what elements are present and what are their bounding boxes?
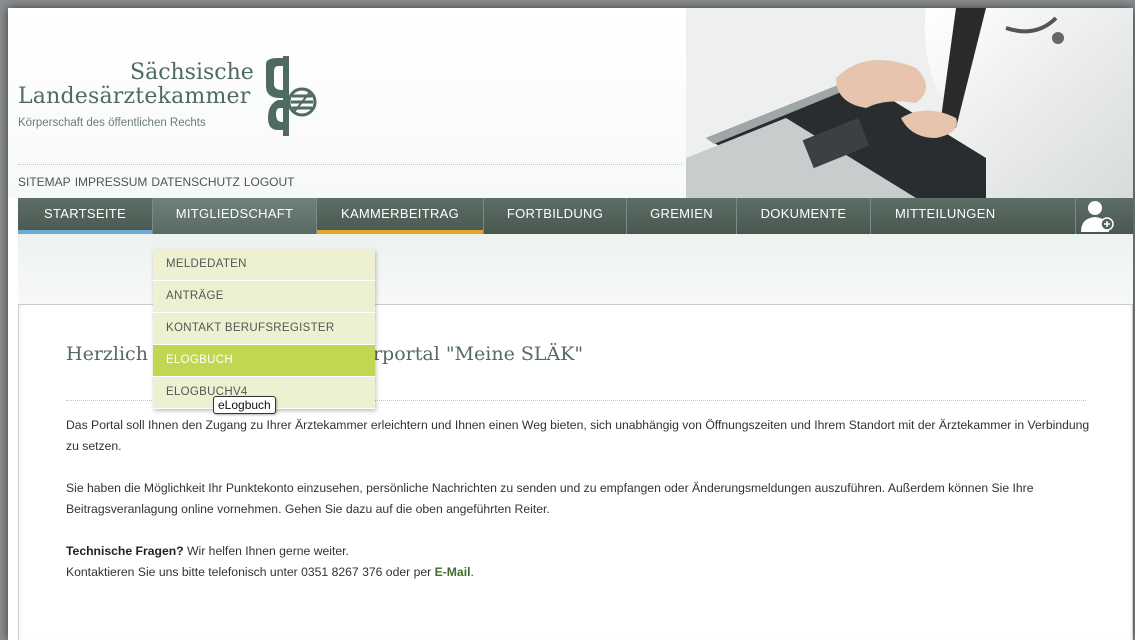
logo-line1: Sächsische bbox=[130, 60, 254, 85]
logo[interactable]: Sächsische Landesärztekammer Körperschaf… bbox=[18, 56, 358, 150]
tab-label: DOKUMENTE bbox=[760, 206, 847, 221]
tab-fortbildung[interactable]: FORTBILDUNG bbox=[484, 198, 627, 234]
email-link[interactable]: E-Mail bbox=[435, 565, 471, 579]
tab-dokumente[interactable]: DOKUMENTE bbox=[737, 198, 871, 234]
user-profile-icon[interactable] bbox=[1071, 198, 1123, 234]
features-paragraph: Sie haben die Möglichkeit Ihr Punktekont… bbox=[66, 481, 1034, 516]
tab-label: MITTEILUNGEN bbox=[895, 206, 996, 221]
main-nav: STARTSEITE MITGLIEDSCHAFT KAMMERBEITRAG … bbox=[18, 198, 1133, 234]
support-text: Wir helfen Ihnen gerne weiter. bbox=[183, 544, 349, 558]
logo-line2: Landesärztekammer bbox=[18, 84, 251, 109]
tab-label: FORTBILDUNG bbox=[506, 206, 604, 221]
support-heading: Technische Fragen? bbox=[66, 544, 184, 558]
page: Sächsische Landesärztekammer Körperschaf… bbox=[8, 8, 1133, 640]
tab-startseite[interactable]: STARTSEITE bbox=[18, 198, 153, 234]
header-photo bbox=[686, 8, 1133, 198]
doctor-laptop-image bbox=[686, 8, 1133, 198]
dropdown-item-antraege[interactable]: ANTRÄGE bbox=[153, 281, 375, 313]
dropdown-item-kontakt-berufsregister[interactable]: KONTAKT BERUFSREGISTER bbox=[153, 313, 375, 345]
tab-label: MITGLIEDSCHAFT bbox=[175, 206, 294, 221]
caduceus-seal-icon bbox=[266, 56, 317, 136]
tab-label: GREMIEN bbox=[650, 206, 713, 221]
tab-label: KAMMERBEITRAG bbox=[340, 206, 460, 221]
datenschutz-link[interactable]: DATENSCHUTZ bbox=[151, 175, 239, 189]
intro-paragraph: Das Portal soll Ihnen den Zugang zu Ihre… bbox=[66, 418, 1090, 453]
dropdown-item-elogbuch[interactable]: ELOGBUCH bbox=[153, 345, 375, 377]
page-title-start: Herzlich bbox=[66, 343, 148, 365]
logout-link[interactable]: LOGOUT bbox=[244, 175, 295, 189]
page-title: Herzlich gliederportal "Meine SLÄK" bbox=[66, 343, 583, 365]
header: Sächsische Landesärztekammer Körperschaf… bbox=[8, 8, 1133, 198]
logo-line3: Körperschaft des öffentlichen Rechts bbox=[18, 117, 206, 129]
top-links: SITEMAP IMPRESSUM DATENSCHUTZ LOGOUT bbox=[18, 175, 299, 189]
mitgliedschaft-dropdown: MELDEDATEN ANTRÄGE KONTAKT BERUFSREGISTE… bbox=[153, 249, 375, 409]
tab-mitgliedschaft[interactable]: MITGLIEDSCHAFT bbox=[153, 198, 317, 234]
contact-text: Kontaktieren Sie uns bitte telefonisch u… bbox=[66, 565, 435, 579]
tab-gremien[interactable]: GREMIEN bbox=[627, 198, 737, 234]
sitemap-link[interactable]: SITEMAP bbox=[18, 175, 71, 189]
tooltip: eLogbuch bbox=[213, 396, 276, 414]
dropdown-item-meldedaten[interactable]: MELDEDATEN bbox=[153, 249, 375, 281]
tab-mitteilungen[interactable]: MITTEILUNGEN bbox=[871, 198, 1076, 234]
contact-end: . bbox=[470, 565, 474, 579]
support-paragraph: Technische Fragen? Wir helfen Ihnen gern… bbox=[66, 541, 1096, 583]
tab-kammerbeitrag[interactable]: KAMMERBEITRAG bbox=[317, 198, 484, 234]
impressum-link[interactable]: IMPRESSUM bbox=[75, 175, 148, 189]
header-divider bbox=[18, 164, 682, 165]
tab-label: STARTSEITE bbox=[44, 206, 126, 221]
